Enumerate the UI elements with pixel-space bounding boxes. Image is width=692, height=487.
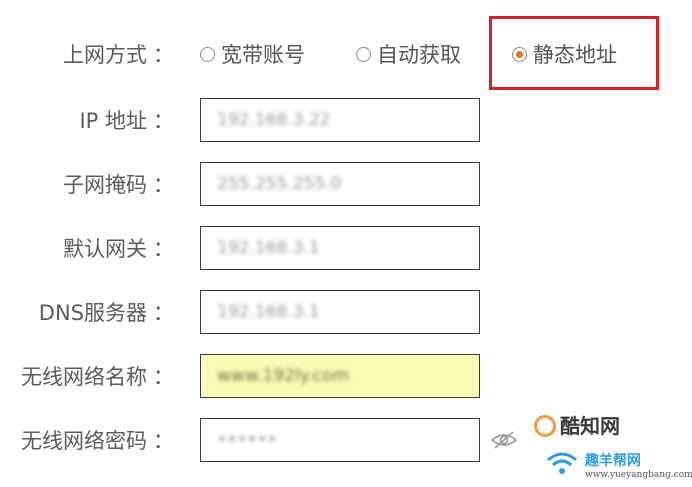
- subnet-mask-value: 255.255.255.0: [217, 174, 342, 194]
- wireless-name-row: 无线网络名称： www.192ly.com: [0, 354, 692, 400]
- wireless-name-label: 无线网络名称：: [21, 365, 174, 389]
- dns-server-label: DNS服务器：: [38, 301, 174, 325]
- dns-server-row: DNS服务器： 192.168.3.1: [0, 290, 692, 336]
- radio-broadband-account[interactable]: 宽带账号: [200, 32, 305, 78]
- default-gateway-label: 默认网关：: [63, 237, 174, 261]
- subnet-mask-label: 子网掩码：: [63, 173, 174, 197]
- wifi-logo-icon: [547, 452, 577, 474]
- wireless-name-input[interactable]: www.192ly.com: [200, 354, 480, 398]
- watermark-url: www.yueyangbang.com: [585, 470, 692, 480]
- ip-address-label: IP 地址：: [79, 109, 174, 133]
- wireless-password-label: 无线网络密码：: [21, 429, 174, 453]
- ip-address-value: 192.168.3.22: [217, 110, 331, 130]
- watermark-logo-icon: [534, 414, 556, 437]
- radio-auto-obtain[interactable]: 自动获取: [356, 32, 461, 78]
- radio-circle-icon: [200, 46, 215, 62]
- subnet-mask-input[interactable]: 255.255.255.0: [200, 162, 480, 206]
- subnet-mask-row: 子网掩码： 255.255.255.0: [0, 162, 692, 208]
- dns-server-value: 192.168.3.1: [217, 302, 320, 322]
- wireless-password-input[interactable]: ••••••: [200, 418, 480, 462]
- wireless-name-value: www.192ly.com: [217, 366, 350, 386]
- default-gateway-row: 默认网关： 192.168.3.1: [0, 226, 692, 272]
- watermark-name: 趣羊帮网: [585, 453, 641, 469]
- watermark-kuzhiwang: 酷知网: [534, 410, 620, 442]
- default-gateway-value: 192.168.3.1: [217, 238, 320, 258]
- radio-circle-icon: [356, 46, 371, 62]
- default-gateway-input[interactable]: 192.168.3.1: [200, 226, 480, 270]
- dns-server-input[interactable]: 192.168.3.1: [200, 290, 480, 334]
- highlight-box: [489, 16, 659, 90]
- eye-slash-icon[interactable]: [490, 430, 518, 450]
- watermark-yueyangbang: 趣羊帮网 www.yueyangbang.com: [545, 446, 692, 484]
- wireless-password-value: ••••••: [217, 430, 278, 450]
- connection-method-label: 上网方式：: [63, 43, 174, 67]
- ip-address-row: IP 地址： 192.168.3.22: [0, 98, 692, 144]
- ip-address-input[interactable]: 192.168.3.22: [200, 98, 480, 142]
